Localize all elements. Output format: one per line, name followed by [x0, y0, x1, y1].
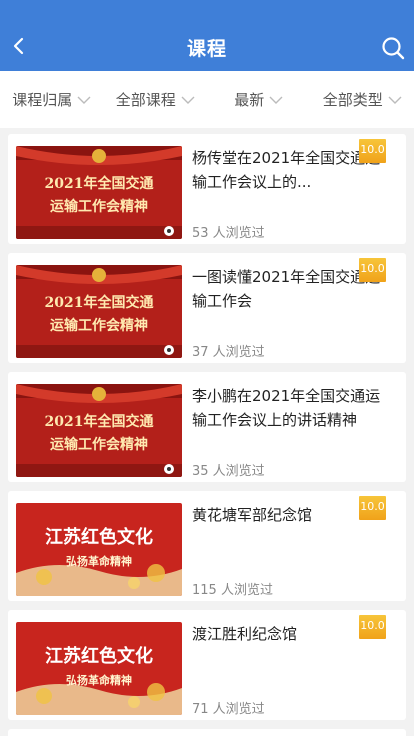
course-title: 李小鹏在2021年全国交通运输工作会议上的讲话精神: [192, 387, 381, 429]
thumb-line1: 2021年全国交通: [45, 175, 154, 192]
course-thumbnail: 2021年全国交通 运输工作会精神: [16, 146, 182, 239]
course-card[interactable]: 2021年全国交通 运输工作会精神 李小鹏在2021年全国交通运输工作会议上的讲…: [8, 372, 406, 482]
filter-bar: 课程归属 全部课程 最新 全部类型: [0, 71, 414, 128]
course-thumbnail: 江苏红色文化 弘扬革命精神: [16, 622, 182, 715]
filter-sort[interactable]: 最新: [207, 89, 311, 110]
score-badge: 10.0: [359, 615, 386, 639]
course-card[interactable]: 江苏红色文化 弘扬革命精神 渡江胜利纪念馆 71 人浏览过 10.0: [8, 610, 406, 720]
course-views: 35 人浏览过: [192, 464, 265, 479]
chevron-down-icon: [269, 95, 283, 105]
filter-label: 课程归属: [12, 91, 73, 109]
thumb-line1: 2021年全国交通: [45, 294, 154, 311]
thumb-line2: 运输工作会精神: [50, 198, 148, 215]
course-views: 115 人浏览过: [192, 583, 273, 598]
course-card[interactable]: [8, 729, 406, 736]
course-thumbnail: 2021年全国交通 运输工作会精神: [16, 384, 182, 477]
course-views: 37 人浏览过: [192, 345, 265, 360]
thumb-line2: 弘扬革命精神: [66, 554, 132, 568]
filter-ownership[interactable]: 课程归属: [0, 89, 104, 110]
thumb-line1: 江苏红色文化: [45, 526, 153, 548]
thumb-line2: 弘扬革命精神: [66, 673, 132, 687]
filter-label: 全部类型: [322, 91, 383, 109]
thumb-line1: 江苏红色文化: [45, 645, 153, 667]
chevron-down-icon: [181, 95, 195, 105]
filter-label: 全部课程: [115, 91, 176, 109]
filter-course[interactable]: 全部课程: [104, 89, 208, 110]
course-views: 71 人浏览过: [192, 702, 265, 717]
top-bar: 课程: [0, 0, 414, 71]
thumb-line2: 运输工作会精神: [50, 317, 148, 334]
thumb-line2: 运输工作会精神: [50, 436, 148, 453]
chevron-down-icon: [388, 95, 402, 105]
score-badge: 10.0: [359, 258, 386, 282]
chevron-down-icon: [77, 95, 91, 105]
course-card[interactable]: 2021年全国交通 运输工作会精神 杨传堂在2021年全国交通运输工作会议上的.…: [8, 134, 406, 244]
filter-type[interactable]: 全部类型: [311, 89, 414, 110]
thumb-line1: 2021年全国交通: [45, 413, 154, 430]
filter-label: 最新: [234, 91, 265, 109]
page-title: 课程: [186, 38, 227, 60]
course-card[interactable]: 江苏红色文化 弘扬革命精神 黄花塘军部纪念馆 115 人浏览过 10.0: [8, 491, 406, 601]
course-card[interactable]: 2021年全国交通 运输工作会精神 一图读懂2021年全国交通运输工作会 37 …: [8, 253, 406, 363]
course-views: 53 人浏览过: [192, 226, 265, 241]
course-thumbnail: 江苏红色文化 弘扬革命精神: [16, 503, 182, 596]
search-icon[interactable]: [380, 35, 406, 61]
score-badge: 10.0: [359, 496, 386, 520]
score-badge: 10.0: [359, 139, 386, 163]
course-thumbnail: 2021年全国交通 运输工作会精神: [16, 265, 182, 358]
